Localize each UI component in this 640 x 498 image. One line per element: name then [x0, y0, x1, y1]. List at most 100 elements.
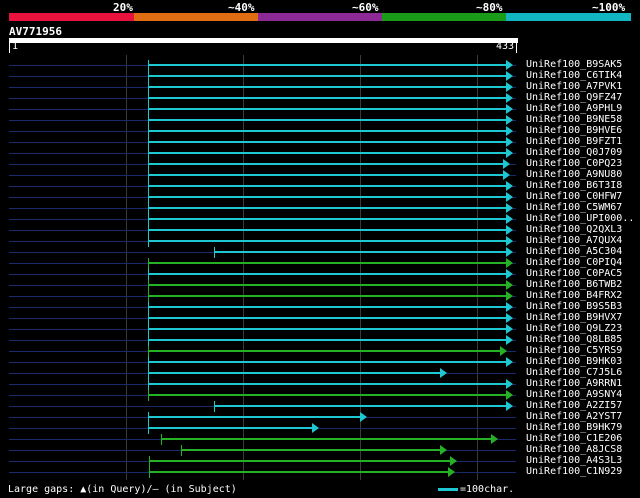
hit-label[interactable]: UniRef100_C1N929 [526, 466, 622, 477]
hit-label[interactable]: UniRef100_B6TWB2 [526, 279, 622, 290]
hit-bar[interactable] [148, 163, 504, 165]
hit-label[interactable]: UniRef100_B9HVE6 [526, 125, 622, 136]
arrow-right-icon [506, 126, 513, 136]
hit-bar[interactable] [148, 295, 507, 297]
hit-label[interactable]: UniRef100_B9NE58 [526, 114, 622, 125]
blast-overview: 20% ~40% ~60% ~80% ~100% AV771956 1 433 … [0, 0, 640, 498]
hit-bar[interactable] [148, 372, 441, 374]
scale-band-1 [9, 13, 134, 21]
hit-bar[interactable] [148, 97, 507, 99]
arrow-right-icon [506, 335, 513, 345]
hit-label[interactable]: UniRef100_C0HFW7 [526, 191, 622, 202]
hit-bar[interactable] [148, 350, 501, 352]
hit-bar[interactable] [148, 141, 507, 143]
hit-label[interactable]: UniRef100_C1E206 [526, 433, 622, 444]
hit-bar[interactable] [148, 64, 507, 66]
arrow-right-icon [506, 236, 513, 246]
hit-label[interactable]: UniRef100_C5YRS9 [526, 345, 622, 356]
hit-label[interactable]: UniRef100_A9SNY4 [526, 389, 622, 400]
hit-bar[interactable] [148, 306, 507, 308]
arrow-right-icon [506, 247, 513, 257]
hit-label[interactable]: UniRef100_A9PHL9 [526, 103, 622, 114]
hit-bar[interactable] [148, 339, 507, 341]
hit-bar[interactable] [148, 328, 507, 330]
hit-label[interactable]: UniRef100_A7QUX4 [526, 235, 622, 246]
hit-bar[interactable] [149, 460, 451, 462]
arrow-right-icon [360, 412, 367, 422]
hit-label[interactable]: UniRef100_UPI000.. [526, 213, 634, 224]
arrow-right-icon [506, 324, 513, 334]
hit-label[interactable]: UniRef100_B9HK79 [526, 422, 622, 433]
hit-bar[interactable] [214, 405, 507, 407]
hit-label[interactable]: UniRef100_Q9FZ47 [526, 92, 622, 103]
hit-bar[interactable] [148, 119, 507, 121]
hit-bar[interactable] [149, 471, 449, 473]
hit-label[interactable]: UniRef100_A8JCS8 [526, 444, 622, 455]
hit-bar[interactable] [214, 251, 507, 253]
scale-band-2 [134, 13, 258, 21]
hit-row[interactable]: UniRef100_C1N929 [0, 466, 640, 478]
hit-label[interactable]: UniRef100_A5C304 [526, 246, 622, 257]
hit-label[interactable]: UniRef100_B6T3I8 [526, 180, 622, 191]
hit-bar[interactable] [148, 262, 507, 264]
ruler-start-tick [9, 43, 10, 53]
hit-bar[interactable] [148, 240, 507, 242]
hit-label[interactable]: UniRef100_C0PIQ4 [526, 257, 622, 268]
hit-bar[interactable] [148, 394, 507, 396]
hit-label[interactable]: UniRef100_B9SAK5 [526, 59, 622, 70]
hit-label[interactable]: UniRef100_Q9LZ23 [526, 323, 622, 334]
hit-bar[interactable] [148, 185, 507, 187]
hit-bar[interactable] [148, 427, 313, 429]
arrow-right-icon [506, 148, 513, 158]
hit-label[interactable]: UniRef100_Q2QXL3 [526, 224, 622, 235]
hit-label[interactable]: UniRef100_C0PAC5 [526, 268, 622, 279]
hit-bar[interactable] [148, 361, 507, 363]
arrow-right-icon [506, 379, 513, 389]
hit-bar[interactable] [148, 174, 504, 176]
hit-label[interactable]: UniRef100_A9NU80 [526, 169, 622, 180]
arrow-right-icon [506, 214, 513, 224]
hit-bar[interactable] [148, 86, 507, 88]
hit-bar[interactable] [161, 438, 492, 440]
arrow-right-icon [506, 104, 513, 114]
hit-label[interactable]: UniRef100_A2ZI57 [526, 400, 622, 411]
hit-label[interactable]: UniRef100_B9S5B3 [526, 301, 622, 312]
hit-bar[interactable] [148, 284, 507, 286]
arrow-right-icon [506, 258, 513, 268]
hit-label[interactable]: UniRef100_A9RRN1 [526, 378, 622, 389]
hit-bar[interactable] [148, 152, 507, 154]
hit-bar[interactable] [148, 207, 507, 209]
arrow-right-icon [506, 225, 513, 235]
hit-bar[interactable] [148, 75, 507, 77]
hit-label[interactable]: UniRef100_B9HK03 [526, 356, 622, 367]
arrow-right-icon [506, 302, 513, 312]
hit-label[interactable]: UniRef100_C6TIK4 [526, 70, 622, 81]
hit-bar[interactable] [148, 130, 507, 132]
hit-label[interactable]: UniRef100_C5WM67 [526, 202, 622, 213]
hit-label[interactable]: UniRef100_B9FZT1 [526, 136, 622, 147]
hit-label[interactable]: UniRef100_C0PQ23 [526, 158, 622, 169]
hit-bar[interactable] [148, 196, 507, 198]
hit-bar[interactable] [148, 317, 507, 319]
scale-band-3 [258, 13, 382, 21]
hit-bar[interactable] [148, 416, 361, 418]
scale-band-5 [506, 13, 631, 21]
hit-label[interactable]: UniRef100_A4S3L3 [526, 455, 622, 466]
hit-label[interactable]: UniRef100_B4FRX2 [526, 290, 622, 301]
hit-label[interactable]: UniRef100_Q8LB85 [526, 334, 622, 345]
hit-bar[interactable] [148, 229, 507, 231]
hit-bar[interactable] [148, 218, 507, 220]
hit-label[interactable]: UniRef100_A7PVK1 [526, 81, 622, 92]
hit-label[interactable]: UniRef100_Q0J709 [526, 147, 622, 158]
hit-bar[interactable] [148, 383, 507, 385]
hit-bar[interactable] [148, 273, 507, 275]
hit-bar[interactable] [181, 449, 441, 451]
hit-label[interactable]: UniRef100_A2YST7 [526, 411, 622, 422]
query-ruler [9, 38, 518, 43]
ruler-end-label: 433 [496, 41, 515, 52]
hit-label[interactable]: UniRef100_C7J5L6 [526, 367, 622, 378]
hit-bar[interactable] [148, 108, 507, 110]
arrow-right-icon [500, 346, 507, 356]
arrow-right-icon [506, 82, 513, 92]
hit-label[interactable]: UniRef100_B9HVX7 [526, 312, 622, 323]
